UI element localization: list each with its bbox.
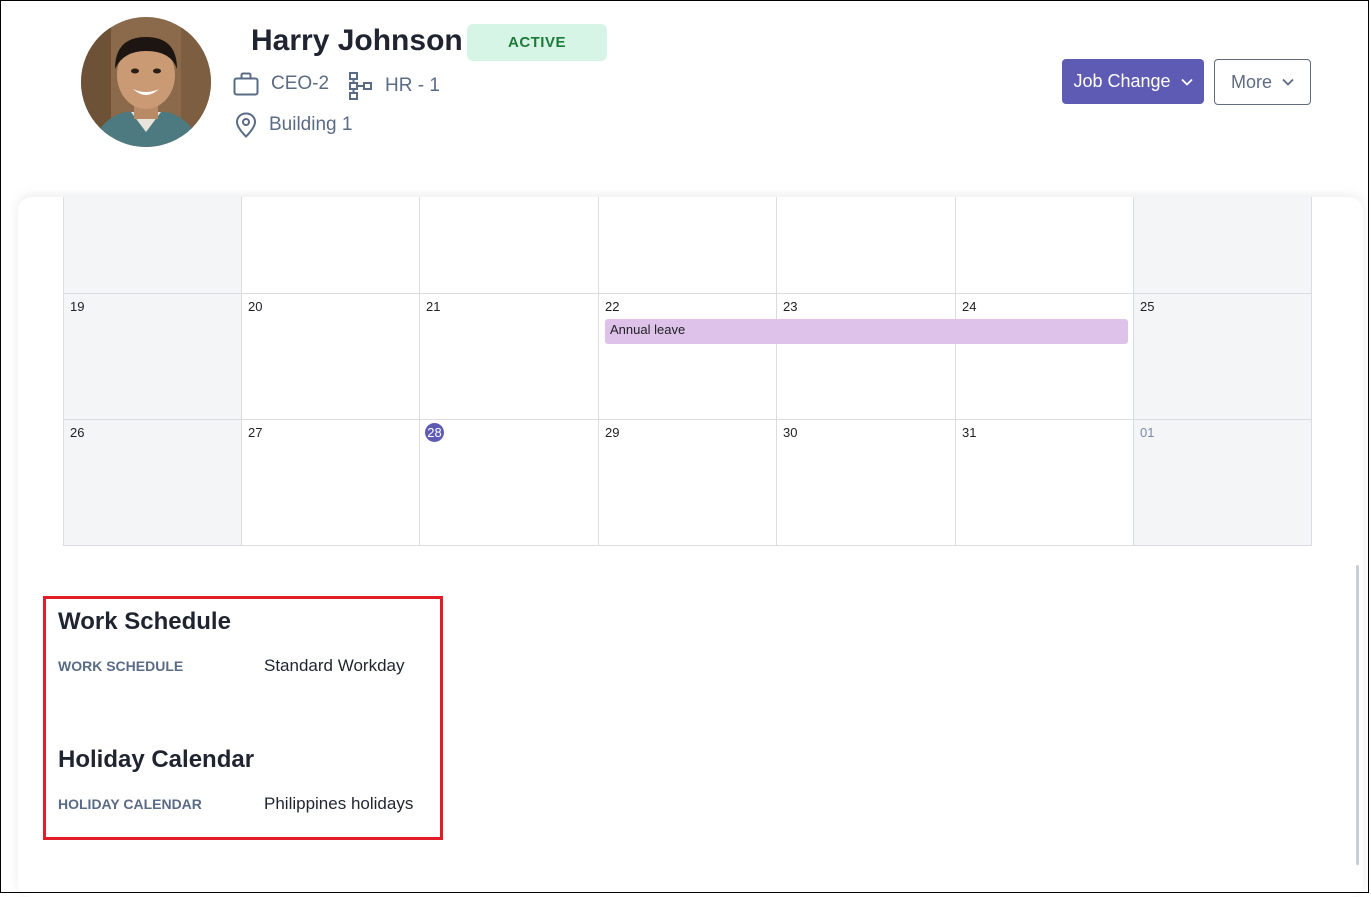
- day-number: 27: [248, 425, 263, 440]
- calendar-cell[interactable]: [599, 197, 777, 293]
- day-number: 21: [426, 299, 441, 314]
- holiday-calendar-value: Philippines holidays: [264, 794, 414, 813]
- calendar-cell[interactable]: [1134, 197, 1311, 293]
- job-change-button[interactable]: Job Change: [1062, 59, 1204, 104]
- today-marker: 28: [425, 423, 444, 442]
- calendar-cell[interactable]: 01: [1134, 419, 1311, 545]
- calendar-cell[interactable]: [64, 197, 242, 293]
- holiday-calendar-label: HOLIDAY CALENDAR: [58, 796, 202, 812]
- calendar-cell[interactable]: 19: [64, 293, 242, 419]
- calendar-cell[interactable]: 28: [420, 419, 599, 545]
- day-number: 26: [70, 425, 85, 440]
- calendar-cell[interactable]: 22: [599, 293, 777, 419]
- day-number: 30: [783, 425, 798, 440]
- day-number: 29: [605, 425, 620, 440]
- day-number: 22: [605, 299, 620, 314]
- calendar-cell[interactable]: 21: [420, 293, 599, 419]
- calendar-cell[interactable]: 26: [64, 419, 242, 545]
- calendar-cell[interactable]: 30: [777, 419, 956, 545]
- more-label: More: [1230, 71, 1272, 92]
- holiday-calendar-heading: Holiday Calendar: [58, 746, 255, 773]
- calendar-cell[interactable]: 29: [599, 419, 777, 545]
- month-calendar: 19 20 21 22 23 24 25 26 27 28 29 30 31 0…: [63, 197, 1312, 546]
- employee-name: Harry Johnson: [251, 24, 463, 57]
- calendar-cell[interactable]: [420, 197, 599, 293]
- calendar-cell[interactable]: 31: [956, 419, 1134, 545]
- work-schedule-value: Standard Workday: [264, 656, 405, 675]
- person-photo-icon: [81, 17, 211, 147]
- location-text: Building 1: [269, 114, 353, 135]
- status-badge: ACTIVE: [467, 24, 607, 61]
- scrollbar[interactable]: [1356, 565, 1359, 865]
- department-meta: HR - 1: [349, 72, 440, 100]
- department-text: HR - 1: [385, 75, 440, 96]
- calendar-cell[interactable]: 23: [777, 293, 956, 419]
- calendar-cell[interactable]: 27: [242, 419, 420, 545]
- position-meta: CEO-2: [233, 72, 329, 96]
- position-text: CEO-2: [271, 73, 330, 94]
- org-chart-icon: [349, 72, 372, 100]
- location-meta: Building 1: [235, 112, 352, 138]
- day-number: 20: [248, 299, 263, 314]
- location-pin-icon: [235, 112, 257, 138]
- calendar-cell[interactable]: [956, 197, 1134, 293]
- day-number: 23: [783, 299, 798, 314]
- chevron-down-icon: [1180, 78, 1193, 86]
- calendar-cell[interactable]: 24: [956, 293, 1134, 419]
- calendar-cell[interactable]: [242, 197, 420, 293]
- day-number: 19: [70, 299, 85, 314]
- calendar-cell[interactable]: [777, 197, 956, 293]
- calendar-event-annual-leave[interactable]: Annual leave: [605, 319, 1128, 344]
- calendar-cell[interactable]: 20: [242, 293, 420, 419]
- day-number: 01: [1140, 425, 1155, 440]
- more-button[interactable]: More: [1214, 59, 1311, 105]
- work-schedule-label: WORK SCHEDULE: [58, 658, 184, 674]
- chevron-down-icon: [1282, 78, 1294, 86]
- work-schedule-heading: Work Schedule: [58, 608, 231, 635]
- day-number: 24: [962, 299, 977, 314]
- calendar-cell[interactable]: 25: [1134, 293, 1311, 419]
- day-number: 31: [962, 425, 977, 440]
- job-change-label: Job Change: [1073, 71, 1171, 91]
- avatar: [81, 17, 211, 147]
- day-number: 25: [1140, 299, 1155, 314]
- briefcase-icon: [233, 72, 259, 96]
